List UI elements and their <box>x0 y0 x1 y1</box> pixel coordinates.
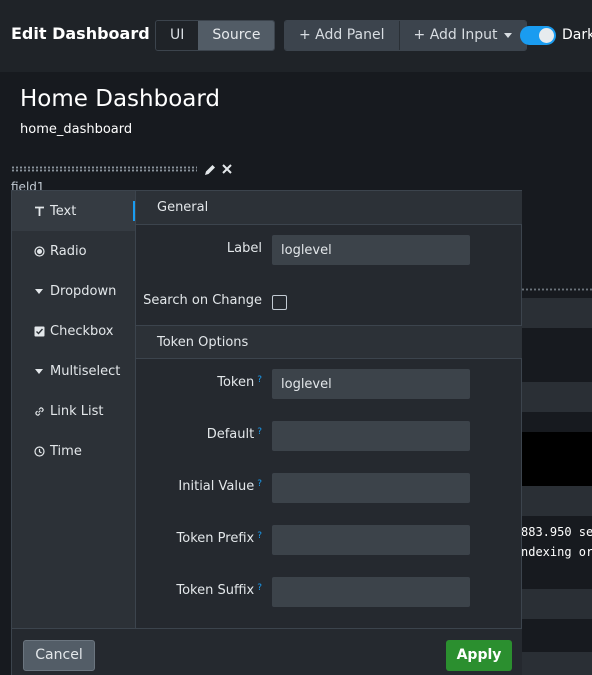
default-input[interactable] <box>272 421 470 451</box>
search-on-change-label: Search on Change <box>143 293 262 308</box>
background-panel <box>521 486 592 516</box>
token-prefix-input[interactable] <box>272 525 470 555</box>
input-settings: General Label Search on Change Token Opt… <box>136 191 522 628</box>
log-text: 883.950 sec <box>521 525 592 539</box>
background-panel-dark <box>521 432 592 486</box>
background-panel <box>521 382 592 412</box>
text-icon <box>33 205 45 217</box>
view-mode-toggle: UI Source <box>155 20 276 51</box>
initial-value-field-label: Initial Value? <box>178 479 262 494</box>
input-field-label: field1 <box>11 180 45 190</box>
input-type-label: Time <box>50 443 82 459</box>
dark-theme-toggle[interactable] <box>520 26 556 45</box>
default-row: Default? <box>136 421 522 451</box>
cancel-button[interactable]: Cancel <box>23 640 95 671</box>
initial-value-input[interactable] <box>272 473 470 503</box>
help-icon[interactable]: ? <box>257 479 262 489</box>
input-type-label: Text <box>50 203 77 219</box>
background-panel <box>521 589 592 619</box>
token-prefix-row: Token Prefix? <box>136 525 522 555</box>
input-type-time[interactable]: Time <box>12 431 135 471</box>
default-field-label: Default? <box>207 427 262 442</box>
drag-handle[interactable] <box>11 166 197 172</box>
help-icon[interactable]: ? <box>257 375 262 385</box>
pencil-icon[interactable] <box>203 163 217 177</box>
token-suffix-row: Token Suffix? <box>136 577 522 607</box>
token-field-label: Token? <box>217 375 262 390</box>
token-label-text: Token <box>217 375 255 390</box>
panel-drag-handle <box>521 288 592 291</box>
caret-down-icon <box>503 32 512 38</box>
token-options-heading: Token Options <box>136 325 522 359</box>
input-type-radio[interactable]: Radio <box>12 231 135 271</box>
editor-footer: Cancel Apply <box>12 628 522 675</box>
caret-down-icon <box>33 365 45 377</box>
token-row: Token? <box>136 369 522 399</box>
initial-value-row: Initial Value? <box>136 473 522 503</box>
add-input-button[interactable]: + Add Input <box>398 21 526 50</box>
background-panel <box>521 652 592 675</box>
input-editor-popover: Text Radio Dropdown Checkbox Multiselect <box>11 190 522 675</box>
help-icon[interactable]: ? <box>257 583 262 593</box>
add-input-label: + Add Input <box>413 27 498 43</box>
radio-icon <box>33 245 45 257</box>
input-type-label: Dropdown <box>50 283 117 299</box>
search-on-change-row: Search on Change <box>136 287 522 317</box>
help-icon[interactable]: ? <box>257 427 262 437</box>
token-suffix-label-text: Token Suffix <box>176 583 255 598</box>
page-title: Edit Dashboard <box>11 24 150 43</box>
token-prefix-field-label: Token Prefix? <box>177 531 262 546</box>
link-icon <box>33 405 45 417</box>
help-icon[interactable]: ? <box>257 531 262 541</box>
add-controls: + Add Panel + Add Input <box>284 20 527 51</box>
token-input[interactable] <box>272 369 470 399</box>
token-prefix-label-text: Token Prefix <box>176 531 255 546</box>
label-row: Label <box>136 235 522 265</box>
search-on-change-checkbox[interactable] <box>272 295 287 310</box>
input-type-list: Text Radio Dropdown Checkbox Multiselect <box>12 191 136 628</box>
label-field-label: Label <box>226 241 262 256</box>
input-type-label: Radio <box>50 243 87 259</box>
log-text: ndexing or <box>521 545 592 559</box>
input-type-label: Link List <box>50 403 104 419</box>
input-type-link-list[interactable]: Link List <box>12 391 135 431</box>
apply-button[interactable]: Apply <box>446 640 512 671</box>
clock-icon <box>33 445 45 457</box>
initial-value-label-text: Initial Value <box>178 479 255 494</box>
label-input[interactable] <box>272 235 470 265</box>
input-type-dropdown[interactable]: Dropdown <box>12 271 135 311</box>
input-type-label: Multiselect <box>50 363 121 379</box>
general-section-heading: General <box>136 191 522 225</box>
ui-mode-button[interactable]: UI <box>156 21 199 50</box>
dark-theme-label: Dark <box>562 27 592 43</box>
input-type-checkbox[interactable]: Checkbox <box>12 311 135 351</box>
default-label-text: Default <box>206 427 255 442</box>
caret-down-icon <box>33 285 45 297</box>
background-panel <box>521 298 592 328</box>
add-panel-button[interactable]: + Add Panel <box>285 21 399 50</box>
top-bar: Edit Dashboard UI Source + Add Panel + A… <box>0 0 592 72</box>
input-type-label: Checkbox <box>50 323 114 339</box>
toggle-knob <box>539 28 554 43</box>
token-suffix-field-label: Token Suffix? <box>176 583 262 598</box>
dashboard-title[interactable]: Home Dashboard <box>20 86 220 112</box>
dashboard-id: home_dashboard <box>20 122 133 137</box>
checkbox-icon <box>33 325 45 337</box>
input-type-multiselect[interactable]: Multiselect <box>12 351 135 391</box>
close-icon[interactable] <box>221 163 233 175</box>
token-suffix-input[interactable] <box>272 577 470 607</box>
input-type-text[interactable]: Text <box>12 191 135 231</box>
source-mode-button[interactable]: Source <box>198 21 275 50</box>
